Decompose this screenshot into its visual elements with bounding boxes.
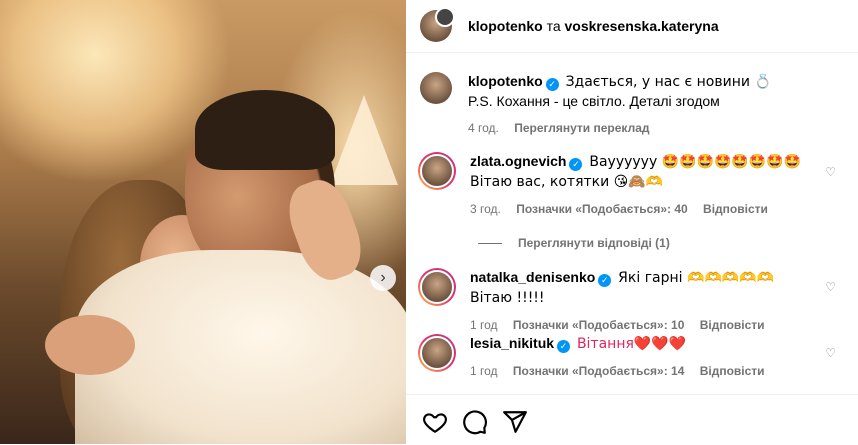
avatar[interactable]	[420, 336, 454, 370]
comment-icon[interactable]	[462, 409, 488, 435]
verified-icon: ✓	[545, 78, 559, 91]
heart-icon[interactable]	[422, 409, 448, 435]
share-icon[interactable]	[502, 409, 528, 435]
chevron-right-icon[interactable]: ›	[370, 265, 396, 291]
comment-username[interactable]: natalka_denisenko	[470, 269, 595, 285]
view-replies-button[interactable]: Переглянути відповіді (1)	[478, 236, 670, 250]
post-authors: klopotenko та voskresenska.kateryna	[468, 18, 719, 34]
likes-count[interactable]: Позначки «Подобається»: 40	[516, 202, 687, 216]
post-header: klopotenko та voskresenska.kateryna	[406, 0, 858, 53]
comment-row: natalka_denisenko ✓ Які гарні 🫶🫶🫶🫶🫶 Вітаю…	[418, 268, 820, 335]
translate-button[interactable]: Переглянути переклад	[514, 121, 649, 135]
caption-time[interactable]: 4 год.	[468, 121, 499, 135]
verified-icon: ✓	[569, 158, 583, 171]
caption-text-line2: P.S. Кохання - це світло. Деталі згодом	[468, 93, 720, 109]
caption-text-line1: Здається, у нас є новини 💍	[565, 74, 772, 90]
verified-icon: ✓	[557, 340, 571, 353]
view-replies-label: Переглянути відповіді (1)	[518, 236, 670, 250]
post-photo[interactable]: ›	[0, 0, 406, 444]
avatar[interactable]	[420, 154, 454, 188]
paper-star-decoration	[330, 95, 398, 185]
avatar[interactable]	[420, 72, 452, 104]
comment-username[interactable]: lesia_nikituk	[470, 335, 554, 351]
comment-row: zlata.ognevich ✓ Вауууууу 🤩🤩🤩🤩🤩🤩🤩🤩 Вітаю …	[418, 152, 820, 219]
comments-panel[interactable]: klopotenko ✓ Здається, у нас є новини 💍 P…	[406, 53, 858, 393]
man-hair	[195, 90, 335, 170]
action-bar	[406, 394, 858, 445]
avatar[interactable]	[420, 7, 455, 42]
verified-icon: ✓	[598, 274, 612, 287]
comment-text: Вітання❤️❤️❤️	[576, 336, 687, 352]
coauthor-link[interactable]: voskresenska.kateryna	[565, 18, 719, 34]
comment-row: lesia_nikituk ✓ Вітання❤️❤️❤️ 1 год Позна…	[418, 334, 820, 381]
likes-count[interactable]: Позначки «Подобається»: 10	[513, 318, 684, 332]
comment-like-icon[interactable]: ♡	[825, 280, 836, 294]
comment-time[interactable]: 3 год.	[470, 202, 501, 216]
comment-like-icon[interactable]: ♡	[825, 165, 836, 179]
caption-username[interactable]: klopotenko	[468, 73, 543, 89]
reply-button[interactable]: Відповісти	[703, 202, 768, 216]
comment-time[interactable]: 1 год	[470, 364, 498, 378]
reply-button[interactable]: Відповісти	[700, 318, 765, 332]
reply-button[interactable]: Відповісти	[700, 364, 765, 378]
comment-time[interactable]: 1 год	[470, 318, 498, 332]
comment-username[interactable]: zlata.ognevich	[470, 153, 566, 169]
replies-divider	[478, 242, 502, 244]
author-link[interactable]: klopotenko	[468, 18, 543, 34]
comment-like-icon[interactable]: ♡	[825, 346, 836, 360]
likes-count[interactable]: Позначки «Подобається»: 14	[513, 364, 684, 378]
avatar[interactable]	[420, 270, 454, 304]
author-conjunction: та	[546, 18, 561, 34]
caption-row: klopotenko ✓ Здається, у нас є новини 💍 P…	[420, 72, 848, 138]
man-arm	[45, 315, 135, 375]
